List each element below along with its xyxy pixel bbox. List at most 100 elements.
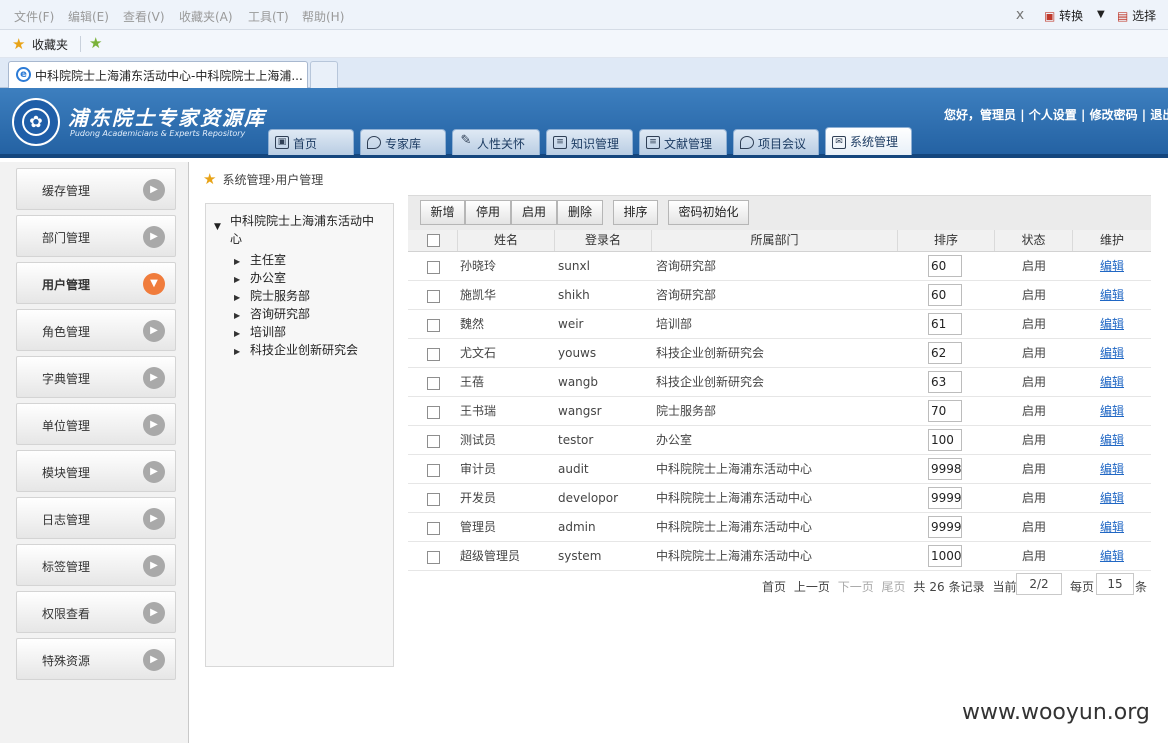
row-checkbox[interactable] [427,522,440,535]
logout-link[interactable]: 退出 [1150,108,1168,122]
expand-caret-icon[interactable]: ▶ [234,311,250,320]
delete-button[interactable]: 删除 [557,200,603,225]
edit-link[interactable]: 编辑 [1100,491,1124,505]
tree-node[interactable]: ▶ 咨询研究部 [234,305,310,322]
select-button[interactable]: ▤ 选择 [1117,7,1156,24]
sidebar-item-permissions[interactable]: 权限查看 ▶ [16,591,176,633]
sort-order-input[interactable]: 60 [928,255,962,277]
nav-literature[interactable]: ≡ 文献管理 [639,129,727,155]
row-checkbox[interactable] [427,464,440,477]
sort-order-input[interactable]: 10000 [928,545,962,567]
edit-link[interactable]: 编辑 [1100,346,1124,360]
per-page-input[interactable]: 15 [1096,573,1134,595]
row-checkbox[interactable] [427,551,440,564]
sidebar-item-departments[interactable]: 部门管理 ▶ [16,215,176,257]
header-sort[interactable]: 排序 [898,230,995,251]
row-checkbox[interactable] [427,261,440,274]
menu-edit[interactable]: 编辑(E) [68,8,109,25]
sort-order-input[interactable]: 100 [928,429,962,451]
row-checkbox[interactable] [427,493,440,506]
tree-node[interactable]: ▶ 培训部 [234,323,286,340]
select-all-checkbox[interactable] [427,234,440,247]
nav-knowledge[interactable]: ≡ 知识管理 [546,129,633,155]
edit-link[interactable]: 编辑 [1100,375,1124,389]
row-checkbox[interactable] [427,319,440,332]
change-password-link[interactable]: 修改密码 [1090,108,1138,122]
sort-order-input[interactable]: 60 [928,284,962,306]
nav-projects[interactable]: 项目会议 [733,129,819,155]
header-name[interactable]: 姓名 [458,230,555,251]
sidebar-item-modules[interactable]: 模块管理 ▶ [16,450,176,492]
sort-order-input[interactable]: 9998 [928,458,962,480]
nav-care[interactable]: ✎ 人性关怀 [452,129,540,155]
sidebar-item-logs[interactable]: 日志管理 ▶ [16,497,176,539]
sidebar-item-units[interactable]: 单位管理 ▶ [16,403,176,445]
new-tab-button[interactable] [310,61,338,88]
sort-order-input[interactable]: 61 [928,313,962,335]
edit-link[interactable]: 编辑 [1100,288,1124,302]
edit-link[interactable]: 编辑 [1100,462,1124,476]
add-button[interactable]: 新增 [420,200,465,225]
close-icon[interactable]: x [1008,5,1032,25]
sidebar-item-users[interactable]: 用户管理 ▼ [16,262,176,304]
reset-password-button[interactable]: 密码初始化 [668,200,749,225]
tree-node[interactable]: ▶ 科技企业创新研究会 [234,341,358,358]
header-status[interactable]: 状态 [995,230,1073,251]
favorites-star-icon[interactable]: ★ [12,35,25,53]
edit-link[interactable]: 编辑 [1100,317,1124,331]
first-page-link[interactable]: 首页 [762,580,786,594]
tree-node[interactable]: ▶ 主任室 [234,251,286,268]
edit-link[interactable]: 编辑 [1100,404,1124,418]
row-checkbox[interactable] [427,348,440,361]
sidebar-item-tags[interactable]: 标签管理 ▶ [16,544,176,586]
edit-link[interactable]: 编辑 [1100,433,1124,447]
add-favorite-icon[interactable]: ★ [89,34,102,52]
expand-caret-icon[interactable]: ▶ [234,293,250,302]
expand-caret-icon[interactable]: ▶ [234,347,250,356]
menu-tools[interactable]: 工具(T) [248,8,289,25]
sort-order-input[interactable]: 70 [928,400,962,422]
sidebar-item-roles[interactable]: 角色管理 ▶ [16,309,176,351]
header-login[interactable]: 登录名 [555,230,652,251]
disable-button[interactable]: 停用 [465,200,511,225]
collapse-caret-icon[interactable]: ▼ [214,222,221,232]
profile-settings-link[interactable]: 个人设置 [1029,108,1077,122]
menu-help[interactable]: 帮助(H) [302,8,344,25]
convert-dropdown-icon[interactable]: ▼ [1097,9,1105,20]
nav-home[interactable]: ▣ 首页 [268,129,354,155]
prev-page-link[interactable]: 上一页 [794,580,830,594]
enable-button[interactable]: 启用 [511,200,557,225]
row-checkbox[interactable] [427,290,440,303]
sort-order-input[interactable]: 62 [928,342,962,364]
sort-order-input[interactable]: 63 [928,371,962,393]
row-checkbox[interactable] [427,406,440,419]
menu-view[interactable]: 查看(V) [123,8,165,25]
tree-node[interactable]: ▶ 院士服务部 [234,287,310,304]
sort-order-input[interactable]: 9999 [928,487,962,509]
tree-root-node[interactable]: 中科院院士上海浦东活动中心 [230,212,380,248]
sort-button[interactable]: 排序 [613,200,658,225]
expand-caret-icon[interactable]: ▶ [234,329,250,338]
nav-experts[interactable]: 专家库 [360,129,446,155]
sort-order-input[interactable]: 9999 [928,516,962,538]
expand-caret-icon[interactable]: ▶ [234,275,250,284]
expand-caret-icon[interactable]: ▶ [234,257,250,266]
browser-tab[interactable]: e 中科院院士上海浦东活动中心-中科院院士上海浦... [8,61,308,88]
sidebar-item-cache[interactable]: 缓存管理 ▶ [16,168,176,210]
convert-button[interactable]: ▣ 转换 [1044,7,1083,24]
row-checkbox[interactable] [427,435,440,448]
sidebar-item-dictionary[interactable]: 字典管理 ▶ [16,356,176,398]
menu-favorites[interactable]: 收藏夹(A) [179,8,233,25]
nav-system[interactable]: ✉ 系统管理 [825,127,912,155]
sidebar-item-special-resources[interactable]: 特殊资源 ▶ [16,638,176,680]
header-department[interactable]: 所属部门 [652,230,898,251]
edit-link[interactable]: 编辑 [1100,259,1124,273]
breadcrumb-parent[interactable]: 系统管理 [222,173,270,187]
menu-file[interactable]: 文件(F) [14,8,54,25]
favorites-button[interactable]: 收藏夹 [32,36,68,53]
tree-node[interactable]: ▶ 办公室 [234,269,286,286]
row-checkbox[interactable] [427,377,440,390]
edit-link[interactable]: 编辑 [1100,520,1124,534]
current-page-input[interactable]: 2/2 [1016,573,1062,595]
edit-link[interactable]: 编辑 [1100,549,1124,563]
